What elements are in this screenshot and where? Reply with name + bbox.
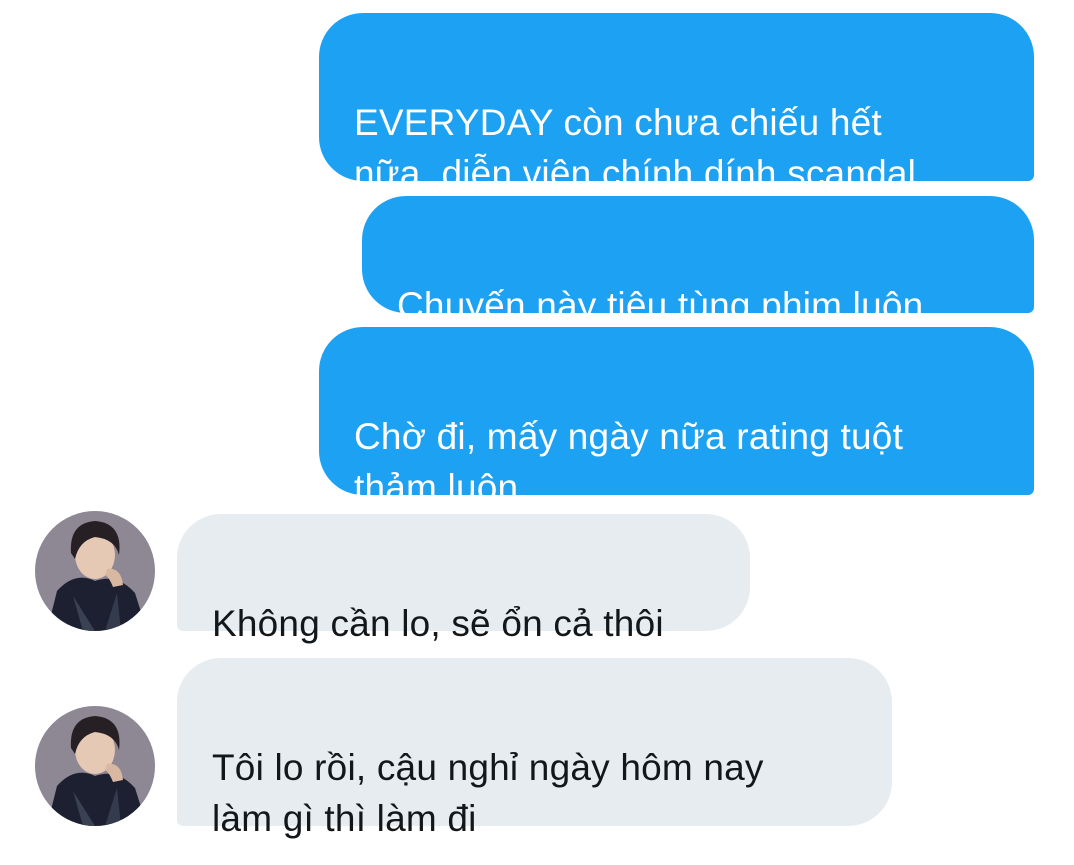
incoming-message-bubble[interactable]: Không cần lo, sẽ ổn cả thôi (177, 514, 750, 644)
message-text: EVERYDAY còn chưa chiếu hết nữa, diễn vi… (354, 102, 917, 194)
avatar[interactable] (35, 706, 155, 826)
avatar[interactable] (35, 511, 155, 631)
outgoing-message-bubble[interactable]: Chuyến này tiêu tùng phim luôn (362, 196, 1034, 326)
message-text: Không cần lo, sẽ ổn cả thôi (212, 603, 664, 644)
outgoing-message-bubble[interactable]: EVERYDAY còn chưa chiếu hết nữa, diễn vi… (319, 13, 1034, 194)
message-thread: EVERYDAY còn chưa chiếu hết nữa, diễn vi… (0, 0, 1074, 865)
message-text: Tôi lo rồi, cậu nghỉ ngày hôm nay làm gì… (212, 747, 764, 839)
profile-photo-icon (35, 706, 155, 826)
incoming-message-bubble[interactable]: Tôi lo rồi, cậu nghỉ ngày hôm nay làm gì… (177, 658, 892, 839)
profile-photo-icon (35, 511, 155, 631)
message-text: Chờ đi, mấy ngày nữa rating tuột thảm lu… (354, 416, 904, 508)
outgoing-message-bubble[interactable]: Chờ đi, mấy ngày nữa rating tuột thảm lu… (319, 327, 1034, 508)
message-text: Chuyến này tiêu tùng phim luôn (397, 285, 924, 326)
